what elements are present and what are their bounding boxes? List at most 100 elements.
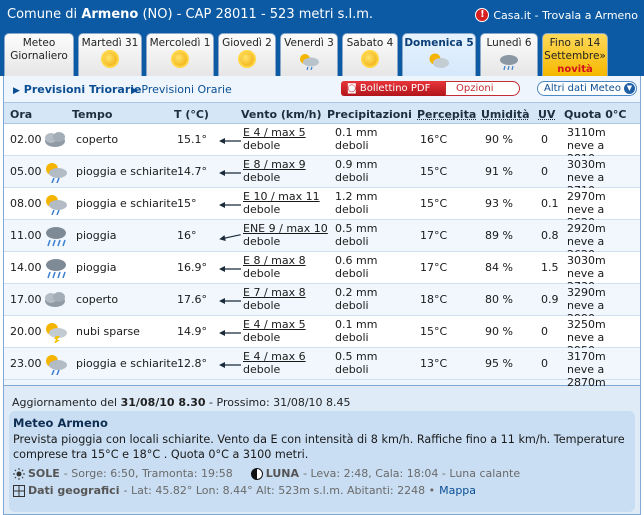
row-umidita: 90 % xyxy=(485,325,513,338)
luna-text: - Leva: 2:48, Cala: 18:04 - Luna calante xyxy=(302,467,521,480)
update-suffix: - Prossimo: 31/08/10 8.45 xyxy=(205,396,351,409)
table-row: 20.00 nubi sparse 14.9° E 4 / max 5 debole 0.… xyxy=(4,316,640,357)
rain-cloud-icon xyxy=(500,55,518,70)
bollettino-pdf-button[interactable]: ◙ Bollettino PDF xyxy=(341,81,445,96)
row-temp: 16° xyxy=(177,229,197,242)
row-ora: 14.00 xyxy=(10,261,42,274)
luna-label: LUNA xyxy=(265,467,299,480)
site-link-label[interactable]: Casa.it - Trovala a Armeno xyxy=(493,9,638,22)
table-row: 05.00 pioggia e schiarite 14.7° E 8 / max 9… xyxy=(4,156,640,197)
wind-intensity: debole xyxy=(243,299,281,312)
prec-intensity: deboli xyxy=(335,139,369,152)
prec-intensity: deboli xyxy=(335,203,369,216)
row-vento: E 4 / max 5 debole xyxy=(243,318,306,344)
col-precipitazioni: Precipitazioni xyxy=(327,108,412,121)
sun-icon xyxy=(173,52,187,66)
tab-label: Sabato 4 xyxy=(346,37,394,49)
row-umidita: 84 % xyxy=(485,261,513,274)
table-row: 02.00 coperto 15.1° E 4 / max 5 debole 0.1 mm… xyxy=(4,124,640,165)
row-ora: 23.00 xyxy=(10,357,42,370)
table-row: 17.00 coperto 17.6° E 7 / max 8 debole 0.2 mm… xyxy=(4,284,640,325)
description-title: Meteo Armeno xyxy=(13,416,108,430)
wind-arrow-icon xyxy=(219,170,241,176)
quota-zero: 2970m xyxy=(567,190,606,203)
tab-label: Settembre» xyxy=(544,50,606,62)
sole-text: - Sorge: 6:50, Tramonta: 19:58 xyxy=(63,467,233,480)
site-link[interactable]: ! Casa.it - Trovala a Armeno xyxy=(475,8,638,22)
page-header: Comune di Armeno (NO) - CAP 28011 - 523 … xyxy=(0,0,644,31)
sun-cloud-rain-icon xyxy=(300,54,319,70)
prec-intensity: deboli xyxy=(335,331,369,344)
prec-amount: 0.5 mm xyxy=(335,350,378,363)
sun-cloud-rain-icon xyxy=(46,355,67,375)
geo-label: Dati geografici xyxy=(28,484,120,497)
prec-amount: 0.6 mm xyxy=(335,254,378,267)
row-tempo: pioggia xyxy=(76,229,117,242)
page-title: Comune di Armeno (NO) - CAP 28011 - 523 … xyxy=(7,7,373,22)
col-percepita[interactable]: Percepita xyxy=(417,108,476,121)
row-tempo: pioggia xyxy=(76,261,117,274)
row-uv: 0 xyxy=(541,133,548,146)
wind-intensity: debole xyxy=(243,235,281,248)
link-previsioni-triorarie[interactable]: ▶ Previsioni Triorarie xyxy=(13,83,142,96)
row-percepita: 18°C xyxy=(420,293,448,306)
row-tempo: coperto xyxy=(76,133,119,146)
sun-cloud-rain-icon xyxy=(46,163,67,183)
novita-badge: novità xyxy=(557,64,593,75)
quota-zero: 3110m xyxy=(567,126,606,139)
link-previsioni-orarie[interactable]: ▶ Previsioni Orarie xyxy=(131,83,232,96)
row-precipitazioni: 0.2 mm deboli xyxy=(335,286,377,312)
row-percepita: 17°C xyxy=(420,261,448,274)
row-tempo: nubi sparse xyxy=(76,325,140,338)
table-header: Ora Tempo T (°C) Vento (km/h) Precipitaz… xyxy=(4,102,640,124)
col-uv[interactable]: UV xyxy=(538,108,555,121)
prec-amount: 0.2 mm xyxy=(335,286,378,299)
row-vento: E 8 / max 9 debole xyxy=(243,158,306,184)
moon-icon xyxy=(250,467,263,480)
row-temp: 15° xyxy=(177,197,197,210)
tab-giovedi[interactable]: Giovedì 2 xyxy=(218,33,276,76)
tab-domenica[interactable]: Domenica 5 xyxy=(402,33,476,78)
tab-label: Fino al 14 xyxy=(549,37,601,49)
prec-amount: 0.1 mm xyxy=(335,318,378,331)
tab-venerdi[interactable]: Venerdì 3 xyxy=(280,33,338,76)
col-umidita[interactable]: Umidità xyxy=(481,108,530,121)
wind-speed: E 8 / max 8 xyxy=(243,254,306,267)
wind-arrow-icon xyxy=(219,362,241,368)
row-vento: E 10 / max 11 debole xyxy=(243,190,320,216)
tab-label: Lunedì 6 xyxy=(486,37,532,49)
wind-speed: E 8 / max 9 xyxy=(243,158,306,171)
sun-icon xyxy=(103,52,117,66)
prec-intensity: deboli xyxy=(335,299,369,312)
title-suffix: (NO) - CAP 28011 - 523 metri s.l.m. xyxy=(138,7,374,22)
forecast-description: Meteo Armeno Prevista pioggia con locali… xyxy=(9,411,635,512)
sun-cloud-rain-icon xyxy=(46,195,67,215)
row-uv: 0 xyxy=(541,357,548,370)
row-uv: 0 xyxy=(541,165,548,178)
mappa-link[interactable]: Mappa xyxy=(439,484,476,497)
sun-cloud-storm-icon xyxy=(46,323,67,343)
arrow-right-icon: ▶ xyxy=(13,86,20,96)
crosshair-icon xyxy=(13,484,25,497)
tab-meteo-giornaliero[interactable]: Meteo Giornaliero xyxy=(4,33,74,76)
quota-zero: 3030m xyxy=(567,158,606,171)
opzioni-button[interactable]: Opzioni xyxy=(445,81,520,96)
tab-mercoledi[interactable]: Mercoledì 1 xyxy=(146,33,214,76)
chevron-down-icon: ▼ xyxy=(624,83,635,94)
row-temp: 16.9° xyxy=(177,261,207,274)
tab-sabato[interactable]: Sabato 4 xyxy=(342,33,398,76)
prec-intensity: deboli xyxy=(335,267,369,280)
geo-text: - Lat: 45.82° Lon: 8.44° Alt: 523m s.l.m… xyxy=(123,484,436,497)
tab-martedi[interactable]: Martedì 31 xyxy=(78,33,142,76)
row-ora: 08.00 xyxy=(10,197,42,210)
wind-speed: E 4 / max 5 xyxy=(243,318,306,331)
update-date: 31/08/10 8.30 xyxy=(120,396,206,409)
quota-zero: 3250m xyxy=(567,318,606,331)
tab-lunedi[interactable]: Lunedì 6 xyxy=(480,33,538,76)
row-percepita: 16°C xyxy=(420,133,448,146)
row-temp: 17.6° xyxy=(177,293,207,306)
tab-fino-al-14[interactable]: Fino al 14 Settembre» novità xyxy=(542,33,608,76)
tab-label: Mercoledì 1 xyxy=(149,37,211,49)
altri-dati-meteo-dropdown[interactable]: Altri dati Meteo ▼ xyxy=(537,81,637,96)
row-quota: 3170m neve a 2870m xyxy=(567,350,640,389)
